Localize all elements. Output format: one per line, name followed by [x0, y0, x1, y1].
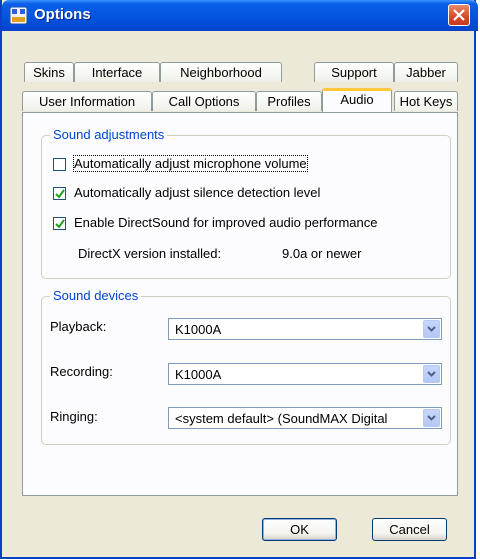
sound-devices-legend: Sound devices — [50, 288, 142, 303]
playback-select[interactable]: K1000A — [168, 318, 442, 340]
dropdown-button[interactable] — [423, 365, 440, 383]
tab-label: Profiles — [267, 94, 311, 109]
auto-mic-checkbox[interactable] — [53, 158, 66, 171]
tab-label: Support — [331, 65, 377, 80]
tab-label: Neighborhood — [180, 65, 262, 80]
tab-label: Call Options — [168, 94, 240, 109]
recording-label: Recording: — [50, 364, 113, 379]
audio-tab-panel: Sound adjustments Automatically adjust m… — [22, 112, 458, 496]
title-bar[interactable]: Options — [2, 0, 478, 31]
tab-skins[interactable]: Skins — [24, 62, 74, 82]
tab-profiles[interactable]: Profiles — [256, 91, 322, 111]
tab-hot-keys[interactable]: Hot Keys — [394, 91, 458, 111]
tab-jabber[interactable]: Jabber — [394, 62, 458, 82]
directx-version-label: DirectX version installed: — [78, 246, 222, 261]
auto-silence-label[interactable]: Automatically adjust silence detection l… — [74, 185, 320, 200]
tab-interface[interactable]: Interface — [74, 62, 160, 82]
checkmark-icon — [55, 189, 65, 199]
dropdown-button[interactable] — [423, 409, 440, 427]
directx-version-value: 9.0a or newer — [282, 246, 362, 261]
tab-audio[interactable]: Audio — [322, 88, 392, 112]
recording-value: K1000A — [175, 367, 222, 382]
tab-label: Skins — [33, 65, 65, 80]
tab-label: Interface — [91, 65, 143, 80]
directsound-checkbox[interactable] — [53, 217, 66, 230]
auto-silence-checkbox[interactable] — [53, 187, 66, 200]
sound-devices-group: Sound devices Playback: K1000A Recording… — [41, 288, 451, 445]
recording-select[interactable]: K1000A — [168, 363, 442, 385]
sound-adjustments-group: Sound adjustments Automatically adjust m… — [41, 127, 451, 279]
auto-mic-label[interactable]: Automatically adjust microphone volume — [73, 155, 308, 172]
tab-label: Jabber — [406, 65, 446, 80]
window-title: Options — [34, 6, 91, 23]
chevron-down-icon — [427, 371, 436, 377]
cancel-button[interactable]: Cancel — [372, 518, 447, 541]
ringing-select[interactable]: <system default> (SoundMAX Digital — [168, 407, 442, 429]
ringing-value: <system default> (SoundMAX Digital — [175, 411, 388, 426]
tab-support[interactable]: Support — [314, 62, 394, 82]
sound-adjustments-legend: Sound adjustments — [50, 127, 168, 142]
tab-user-information[interactable]: User Information — [22, 91, 152, 111]
close-button[interactable] — [448, 4, 470, 26]
ringing-label: Ringing: — [50, 409, 98, 424]
checkmark-icon — [55, 219, 65, 229]
directsound-label[interactable]: Enable DirectSound for improved audio pe… — [74, 215, 378, 230]
options-window: Options Skins Interface Neighborhood Sup… — [0, 0, 478, 559]
tab-call-options[interactable]: Call Options — [152, 91, 256, 111]
dropdown-button[interactable] — [423, 320, 440, 338]
chevron-down-icon — [427, 415, 436, 421]
ok-button[interactable]: OK — [262, 518, 337, 541]
close-icon — [453, 9, 465, 21]
playback-value: K1000A — [175, 322, 222, 337]
app-icon — [10, 7, 27, 24]
tab-label: Hot Keys — [399, 94, 453, 109]
tab-label: User Information — [38, 94, 136, 109]
playback-label: Playback: — [50, 319, 107, 334]
tab-neighborhood[interactable]: Neighborhood — [160, 62, 282, 82]
tab-label: Audio — [340, 92, 374, 107]
chevron-down-icon — [427, 326, 436, 332]
